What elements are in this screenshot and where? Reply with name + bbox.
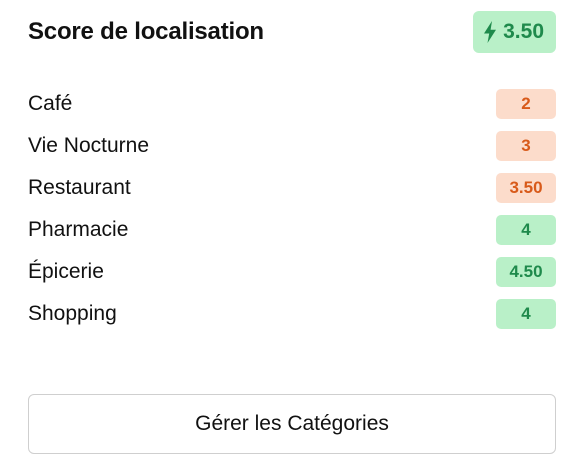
list-item: Vie Nocturne 3: [28, 125, 556, 167]
bolt-icon: [483, 21, 497, 43]
score-badge: 3.50: [496, 173, 556, 203]
category-label: Vie Nocturne: [28, 134, 150, 157]
category-label: Restaurant: [28, 176, 131, 199]
overall-score-value: 3.50: [503, 20, 544, 43]
list-item: Café 2: [28, 83, 556, 125]
card-header: Score de localisation 3.50: [28, 10, 556, 54]
list-item: Restaurant 3.50: [28, 167, 556, 209]
score-badge: 2: [496, 89, 556, 119]
score-badge: 4: [496, 215, 556, 245]
category-label: Café: [28, 92, 73, 115]
list-item: Pharmacie 4: [28, 209, 556, 251]
score-badge: 4.50: [496, 257, 556, 287]
category-label: Shopping: [28, 302, 117, 325]
location-score-card: Score de localisation 3.50 Café 2 Vie No…: [0, 0, 562, 472]
category-label: Pharmacie: [28, 218, 129, 241]
category-score-list: Café 2 Vie Nocturne 3 Restaurant 3.50 Ph…: [28, 83, 556, 335]
overall-score-badge: 3.50: [473, 11, 556, 53]
manage-categories-button[interactable]: Gérer les Catégories: [28, 394, 556, 454]
list-item: Épicerie 4.50: [28, 251, 556, 293]
card-title: Score de localisation: [28, 18, 264, 45]
category-label: Épicerie: [28, 260, 104, 283]
list-item: Shopping 4: [28, 293, 556, 335]
score-badge: 4: [496, 299, 556, 329]
score-badge: 3: [496, 131, 556, 161]
